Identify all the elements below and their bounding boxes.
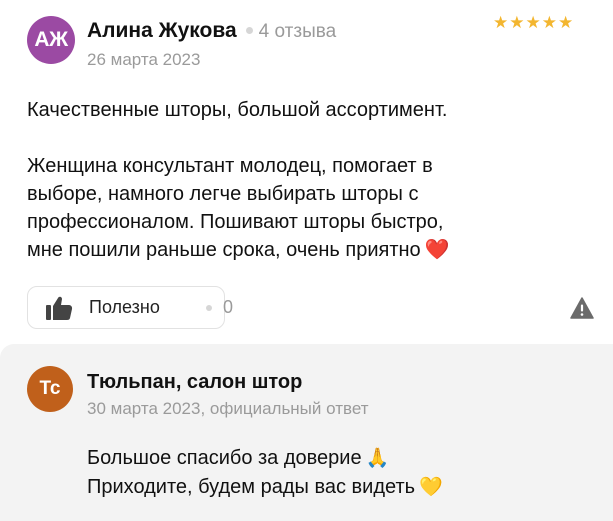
separator-dot <box>206 305 212 311</box>
review-text-line: выборе, намного легче выбирать шторы с <box>27 183 419 205</box>
folded-hands-emoji: 🙏 <box>365 448 390 469</box>
reply-line: Большое спасибо за доверие 🙏 <box>87 444 587 473</box>
reply-line-text: Приходите, будем рады вас видеть <box>87 476 416 498</box>
thumbs-up-icon <box>46 296 73 320</box>
author-line: Алина Жукова 4 отзыва <box>87 19 336 43</box>
review-text-line: профессионалом. Пошивают шторы быстро, <box>27 211 444 233</box>
review-card: АЖ Алина Жукова 4 отзыва 26 марта 2023 ★… <box>0 0 613 344</box>
helpful-count: 0 <box>223 297 234 317</box>
star-icon: ★ <box>525 13 541 32</box>
review-text-paragraph-1: Качественные шторы, большой ассортимент. <box>27 96 587 124</box>
star-icon: ★ <box>509 13 525 32</box>
official-reply: Тс Тюльпан, салон штор 30 марта 2023, оф… <box>0 344 613 521</box>
helpful-label: Полезно <box>89 297 160 317</box>
author-avatar[interactable]: АЖ <box>27 16 75 64</box>
reply-line: Приходите, будем рады вас видеть 💛 <box>87 473 587 502</box>
star-icon: ★ <box>541 13 557 32</box>
review-text-line: Качественные шторы, большой ассортимент. <box>27 99 448 121</box>
company-name[interactable]: Тюльпан, салон штор <box>87 371 302 394</box>
yellow-heart-emoji: 💛 <box>419 477 443 498</box>
review-text-line: Женщина консультант молодец, помогает в <box>27 155 433 177</box>
company-avatar[interactable]: Тс <box>27 366 73 412</box>
helpful-button[interactable]: Полезно 0 <box>27 286 233 329</box>
review-text-line: мне пошили раньше срока, очень приятно <box>27 239 421 261</box>
star-icon: ★ <box>558 13 574 32</box>
rating-stars: ★ ★ ★ ★ ★ <box>493 13 573 33</box>
review-date: 26 марта 2023 <box>87 50 201 69</box>
reply-line-text: Большое спасибо за доверие <box>87 447 362 469</box>
star-icon: ★ <box>493 13 509 32</box>
reply-meta: 30 марта 2023, официальный ответ <box>87 399 369 418</box>
separator-dot <box>245 27 253 34</box>
warning-icon[interactable] <box>570 297 594 319</box>
author-name[interactable]: Алина Жукова <box>87 19 237 43</box>
reply-text: Большое спасибо за доверие 🙏 Приходите, б… <box>87 444 587 502</box>
author-review-count: 4 отзыва <box>258 21 337 42</box>
review-text-paragraph-2: Женщина консультант молодец, помогает в … <box>27 152 587 264</box>
review-text-line-last: мне пошили раньше срока, очень приятно ❤️ <box>27 236 587 264</box>
heart-emoji: ❤️ <box>424 239 450 261</box>
